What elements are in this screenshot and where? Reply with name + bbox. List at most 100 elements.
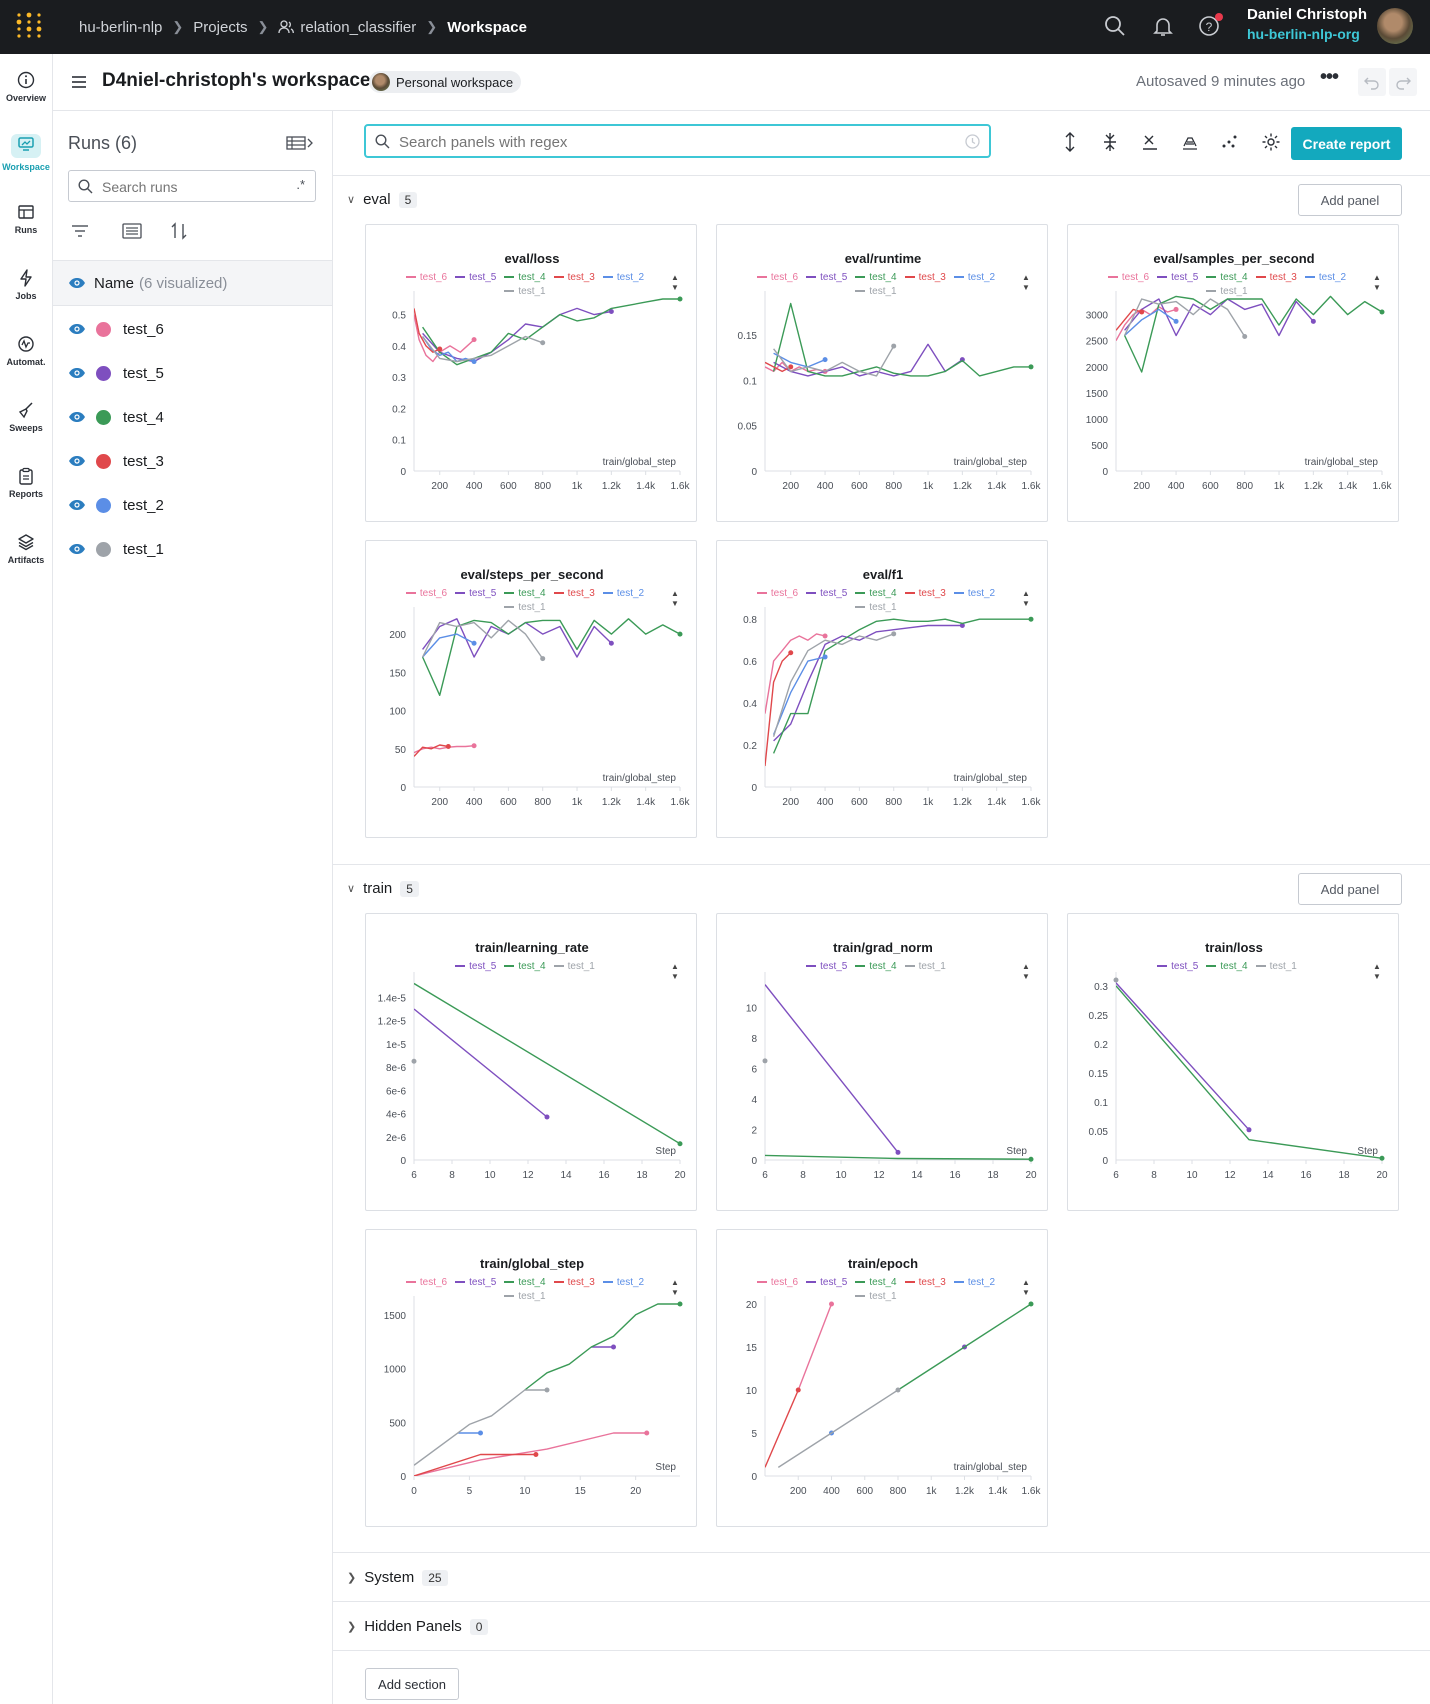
- series-endpoint-test_1[interactable]: [411, 1058, 417, 1064]
- series-endpoint-test_1[interactable]: [762, 1058, 768, 1064]
- more-icon[interactable]: •••: [1320, 66, 1339, 89]
- add-panel-button[interactable]: Add panel: [1298, 873, 1402, 905]
- series-line-test_4[interactable]: [422, 298, 680, 366]
- series-endpoint-test_3[interactable]: [437, 346, 443, 352]
- series-line-test_2[interactable]: [422, 633, 475, 658]
- section-train-header[interactable]: ∨ train 5: [347, 880, 419, 897]
- series-line-test_2[interactable]: [1124, 308, 1177, 337]
- line-chart[interactable]: 00.050.10.150.20.250.36 8 10 12 14 16 18 20Step: [1068, 914, 1400, 1212]
- chart-panel[interactable]: train/global_step test_6 test_5 test_4 test_…: [365, 1229, 697, 1527]
- section-system-header[interactable]: ❯ System 25: [347, 1569, 448, 1586]
- series-line-test_4[interactable]: [897, 1303, 1032, 1391]
- run-row[interactable]: test_5: [53, 351, 332, 395]
- chart-panel[interactable]: train/epoch test_6 test_5 test_4 test_3 test_…: [716, 1229, 1048, 1527]
- add-section-button[interactable]: Add section: [365, 1668, 459, 1700]
- run-name[interactable]: test_3: [123, 453, 164, 470]
- breadcrumb-entity[interactable]: hu-berlin-nlp: [79, 19, 162, 36]
- series-line-test_4[interactable]: [1116, 985, 1383, 1159]
- nav-workspace[interactable]: Workspace: [0, 134, 52, 172]
- run-color-dot[interactable]: [96, 409, 111, 425]
- series-endpoint-test_2[interactable]: [471, 640, 477, 646]
- run-color-dot[interactable]: [96, 453, 111, 469]
- wandb-logo-icon[interactable]: [14, 11, 44, 41]
- x-axis-icon[interactable]: [1141, 132, 1159, 152]
- series-endpoint-test_1[interactable]: [540, 656, 546, 662]
- series-endpoint-test_3[interactable]: [445, 743, 451, 749]
- eye-icon[interactable]: [68, 411, 86, 423]
- series-endpoint-test_6[interactable]: [829, 1301, 834, 1307]
- line-chart[interactable]: 0 500 1000 1500 0 5 10 15 20 Step: [366, 1230, 698, 1528]
- series-endpoint-test_5[interactable]: [1310, 318, 1316, 324]
- run-name[interactable]: test_2: [123, 497, 164, 514]
- series-line-test_1[interactable]: [777, 1389, 899, 1468]
- workspace-badge[interactable]: Personal workspace: [369, 71, 522, 93]
- user-menu[interactable]: Daniel Christoph hu-berlin-nlp-org: [1247, 6, 1367, 42]
- series-endpoint-test_6[interactable]: [471, 337, 477, 343]
- line-chart[interactable]: 0 500 1000 1500 2000 2500 3000 200 400 600 800 1k 1.…: [1068, 225, 1400, 523]
- series-endpoint-test_6[interactable]: [644, 1430, 650, 1436]
- series-endpoint-test_3[interactable]: [533, 1452, 539, 1457]
- series-endpoint-test_4[interactable]: [1028, 364, 1034, 370]
- series-endpoint-test_4[interactable]: [1028, 1156, 1034, 1162]
- series-line-test_5[interactable]: [422, 307, 612, 363]
- series-line-test_4[interactable]: [772, 618, 1031, 754]
- chart-panel[interactable]: eval/steps_per_second test_6 test_5 test_4 t…: [365, 540, 697, 838]
- run-name[interactable]: test_1: [123, 541, 164, 558]
- menu-icon[interactable]: [71, 75, 87, 89]
- chart-panel[interactable]: train/grad_norm test_5 test_4 test_1 ▲ ▼ 0 2 4 6 8…: [716, 913, 1048, 1211]
- name-column[interactable]: Name: [94, 275, 134, 292]
- eye-icon[interactable]: [68, 367, 86, 379]
- nav-reports[interactable]: Reports: [0, 467, 52, 499]
- section-hidden-header[interactable]: ❯ Hidden Panels 0: [347, 1618, 489, 1635]
- series-line-test_1[interactable]: [1123, 298, 1246, 337]
- panel-search-input[interactable]: [397, 131, 941, 153]
- series-endpoint-test_1[interactable]: [1113, 977, 1119, 983]
- chevron-down-icon[interactable]: ∨: [347, 193, 355, 206]
- series-endpoint-test_2[interactable]: [1173, 318, 1179, 324]
- breadcrumb-projects[interactable]: Projects: [193, 19, 247, 36]
- breadcrumb-workspace[interactable]: Workspace: [447, 19, 527, 36]
- line-chart[interactable]: 0 0.2 0.4 0.6 0.8 200 400 600 800 1k 1.2k 1.4k 1.6k t…: [717, 541, 1049, 839]
- avatar[interactable]: [1377, 8, 1413, 44]
- chart-panel[interactable]: eval/runtime test_6 test_5 test_4 test_3 test…: [716, 224, 1048, 522]
- line-chart[interactable]: 0 2 4 6 8 10 6 8 10 12 14 16 18 20 Step: [717, 914, 1049, 1212]
- run-color-dot[interactable]: [96, 365, 111, 381]
- series-line-test_4[interactable]: [765, 1154, 1032, 1160]
- series-line-test_5[interactable]: [765, 984, 899, 1153]
- chart-panel[interactable]: eval/loss test_6 test_5 test_4 test_3 test_2t…: [365, 224, 697, 522]
- run-row[interactable]: test_2: [53, 483, 332, 527]
- series-endpoint-test_1[interactable]: [540, 340, 546, 346]
- collapse-vertical-icon[interactable]: [1102, 132, 1118, 152]
- series-line-test_5[interactable]: [1116, 982, 1250, 1131]
- series-line-test_3[interactable]: [765, 1389, 799, 1468]
- undo-icon[interactable]: [1358, 68, 1386, 96]
- series-endpoint-test_4[interactable]: [677, 296, 683, 302]
- run-color-dot[interactable]: [96, 497, 111, 513]
- line-chart[interactable]: 05101520200 400 600 800 1k 1.2k 1.4k 1.6ktrain/…: [717, 1230, 1049, 1528]
- run-name[interactable]: test_4: [123, 409, 164, 426]
- chart-panel[interactable]: eval/samples_per_second test_6 test_5 test_…: [1067, 224, 1399, 522]
- nav-runs[interactable]: Runs: [0, 203, 52, 235]
- series-endpoint-test_1[interactable]: [544, 1387, 550, 1393]
- series-line-test_3[interactable]: [414, 1453, 536, 1477]
- series-endpoint-test_6[interactable]: [822, 633, 828, 639]
- gear-icon[interactable]: [1261, 132, 1281, 152]
- chart-panel[interactable]: train/loss test_5 test_4 test_1 ▲ ▼ 0 0.05 0.1 0.…: [1067, 913, 1399, 1211]
- smoothing-icon[interactable]: [1181, 132, 1199, 152]
- group-icon[interactable]: [122, 223, 142, 239]
- nav-sweeps[interactable]: Sweeps: [0, 401, 52, 433]
- search-icon[interactable]: [1103, 14, 1127, 38]
- line-chart[interactable]: 0 2e-6 4e-6 6e-6 8e-6 1e-5 1.2e-5 1.4e-5 6 8 10 12 1…: [366, 914, 698, 1212]
- create-report-button[interactable]: Create report: [1291, 127, 1402, 160]
- bell-icon[interactable]: [1151, 14, 1175, 38]
- series-line-test_4[interactable]: [414, 982, 681, 1145]
- series-line-test_5[interactable]: [414, 1008, 548, 1118]
- series-endpoint-test_1[interactable]: [891, 343, 897, 349]
- chevron-right-icon[interactable]: ❯: [347, 1620, 356, 1633]
- sort-icon[interactable]: [171, 222, 187, 240]
- series-endpoint-test_3[interactable]: [788, 650, 794, 656]
- run-row[interactable]: test_1: [53, 527, 332, 571]
- series-endpoint-test_6[interactable]: [1173, 306, 1179, 312]
- eye-icon[interactable]: [68, 499, 86, 511]
- nav-overview[interactable]: Overview: [0, 71, 52, 103]
